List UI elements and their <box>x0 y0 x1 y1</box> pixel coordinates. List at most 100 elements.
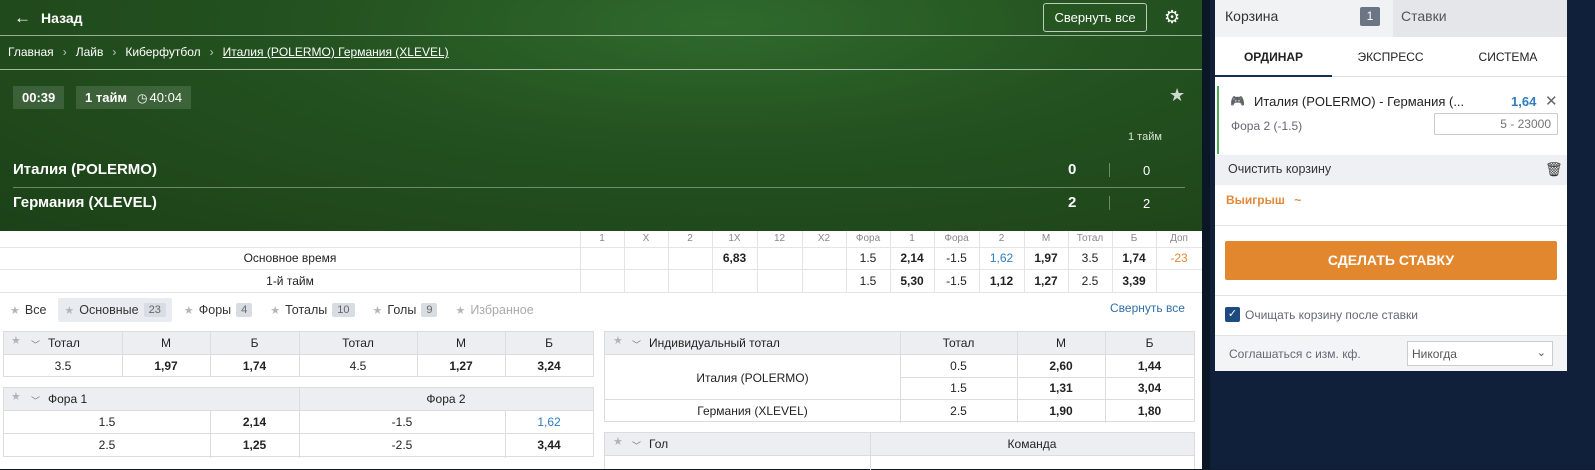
tab-system[interactable]: СИСТЕМА <box>1449 37 1567 77</box>
match-period: 1 тайм <box>85 90 128 105</box>
breadcrumb-home[interactable]: Главная <box>8 45 54 59</box>
breadcrumb-match[interactable]: Италия (POLERMO) Германия (XLEVEL) <box>223 45 449 59</box>
place-bet-button[interactable]: СДЕЛАТЬ СТАВКУ <box>1225 241 1557 280</box>
odds-cell[interactable]: 2,14 <box>890 247 934 270</box>
close-icon[interactable]: ✕ <box>1545 92 1558 110</box>
odds-cell-selected[interactable]: 1,62 <box>505 411 593 433</box>
chevron-down-icon[interactable]: ﹀ <box>31 394 40 407</box>
team1-period-score: 0 <box>1143 163 1151 178</box>
odds-cell[interactable]: 2,60 <box>1017 355 1105 377</box>
filter-label: Избранное <box>470 303 534 317</box>
odds-cell[interactable]: 5,30 <box>890 270 934 293</box>
grid-line <box>505 410 506 458</box>
panel-divider[interactable] <box>1202 0 1210 469</box>
odds-cell[interactable]: 1,74 <box>210 355 299 377</box>
divider <box>0 69 1202 70</box>
stake-input[interactable] <box>1434 113 1558 135</box>
match-time: 00:39 <box>13 86 65 109</box>
period-column-header: 1 тайм <box>1128 131 1162 143</box>
odds-cell[interactable]: 1,25 <box>210 434 299 456</box>
odds-cell: 3.5 <box>54 359 72 373</box>
chevron-down-icon[interactable]: ﹀ <box>31 338 40 351</box>
clock-icon: ◷ <box>137 90 148 105</box>
chevron-down-icon[interactable]: ﹀ <box>632 439 641 452</box>
col-header: Б <box>545 336 553 350</box>
team1-name: Италия (POLERMO) <box>13 161 157 178</box>
more-markets-link[interactable]: -23 <box>1156 247 1202 270</box>
match-clock: 40:04 <box>149 90 183 105</box>
col-header: Б <box>250 336 259 350</box>
col-header: М <box>1056 336 1066 350</box>
tab-cart[interactable]: Корзина <box>1225 8 1278 24</box>
bet-type-tabs: ОРДИНАР ЭКСПРЕСС СИСТЕМА <box>1215 37 1567 77</box>
grid-line <box>624 231 625 292</box>
odds-cell[interactable]: 6,83 <box>712 247 757 270</box>
odds-cell[interactable]: 1,80 <box>1105 400 1194 422</box>
odds-cell[interactable]: 2,14 <box>210 411 299 433</box>
filter-favorites[interactable]: ★ Избранное <box>449 298 539 322</box>
star-icon: ★ <box>270 304 281 317</box>
cart-count-badge: 1 <box>1360 7 1380 26</box>
odds-cell[interactable]: 1,31 <box>1017 377 1105 399</box>
grid-line <box>210 410 211 458</box>
breadcrumb-sport[interactable]: Киберфутбол <box>125 45 200 59</box>
odds-cell[interactable]: 3,44 <box>505 434 593 456</box>
grid-line <box>870 433 871 470</box>
odds-cell[interactable]: 3,39 <box>1112 270 1156 293</box>
tab-express[interactable]: ЭКСПРЕСС <box>1332 37 1449 77</box>
star-icon[interactable]: ★ <box>11 334 21 347</box>
grid-line <box>505 332 506 377</box>
filter-label: Основные <box>79 303 139 317</box>
clear-cart-button[interactable]: Очистить корзину <box>1215 155 1567 185</box>
filter-count: 10 <box>332 303 355 317</box>
star-icon[interactable]: ★ <box>613 334 623 347</box>
col-header: Фора 2 <box>426 392 466 406</box>
filter-handicap[interactable]: ★ Форы 4 <box>178 298 258 322</box>
filter-main[interactable]: ★ Основные 23 <box>58 298 172 322</box>
filter-goals[interactable]: ★ Голы 9 <box>367 298 444 322</box>
odds-cell[interactable]: 1,12 <box>979 270 1024 293</box>
odds-cell[interactable]: 1,27 <box>1024 270 1068 293</box>
match-header: ← Назад Свернуть все ⚙ Главная › Лайв › … <box>0 0 1202 231</box>
odds-cell: -1.5 <box>946 274 967 288</box>
tab-single[interactable]: ОРДИНАР <box>1215 37 1332 77</box>
gear-icon[interactable]: ⚙ <box>1164 7 1180 28</box>
odds-header: 2 <box>687 233 693 244</box>
odds-cell[interactable]: 1,97 <box>122 355 210 377</box>
odds-cell[interactable]: 3,24 <box>505 355 593 377</box>
odds-cell[interactable]: 1,27 <box>417 355 505 377</box>
star-icon[interactable]: ★ <box>613 435 623 448</box>
col-header: Тотал <box>342 336 374 350</box>
favorite-star-icon[interactable]: ★ <box>1169 85 1185 106</box>
odds-header: Фора <box>944 233 969 244</box>
odds-header: 1X <box>728 233 741 244</box>
grid-line <box>417 332 418 377</box>
odds-cell[interactable]: 1,44 <box>1105 355 1194 377</box>
filter-totals[interactable]: ★ Тоталы 10 <box>264 298 360 322</box>
odds-cell[interactable]: 3,04 <box>1105 377 1194 399</box>
filter-label: Все <box>24 303 47 317</box>
back-button[interactable]: ← Назад <box>14 8 83 28</box>
odds-cell[interactable]: 1,74 <box>1112 247 1156 270</box>
filter-all[interactable]: ★ Все <box>4 298 52 322</box>
odds-cell: 3.5 <box>1081 251 1099 265</box>
odds-cell[interactable]: 1,97 <box>1024 247 1068 270</box>
odds-header: X2 <box>817 233 831 244</box>
collapse-all-link[interactable]: Свернуть все <box>1110 301 1185 315</box>
odds-cell: 1.5 <box>859 251 877 265</box>
total-market: ★ ﹀ Тотал М Б Тотал М Б 3.5 1,97 1,74 4.… <box>3 331 594 377</box>
coupon-event: Италия (POLERMO) - Германия (... <box>1254 94 1465 109</box>
trash-icon[interactable]: 🗑 <box>1545 161 1563 178</box>
clear-after-checkbox[interactable]: ✓ <box>1225 307 1240 322</box>
odds-row-label: 1-й тайм <box>266 274 314 288</box>
odds-cell-selected[interactable]: 1,62 <box>979 247 1024 270</box>
odds-cell: 0.5 <box>950 359 967 373</box>
star-icon[interactable]: ★ <box>11 390 21 403</box>
chevron-down-icon[interactable]: ﹀ <box>632 338 641 351</box>
breadcrumb-live[interactable]: Лайв <box>76 45 104 59</box>
odds-change-select[interactable]: Никогда ⌄ <box>1407 341 1553 366</box>
collapse-all-button[interactable]: Свернуть все <box>1043 3 1147 32</box>
odds-cell[interactable]: 1,90 <box>1017 400 1105 422</box>
tab-bets[interactable]: Ставки <box>1393 0 1567 37</box>
market-filters: ★ Все ★ Основные 23 ★ Форы 4 ★ Тоталы 10 ★ Голы 9… <box>4 298 540 322</box>
